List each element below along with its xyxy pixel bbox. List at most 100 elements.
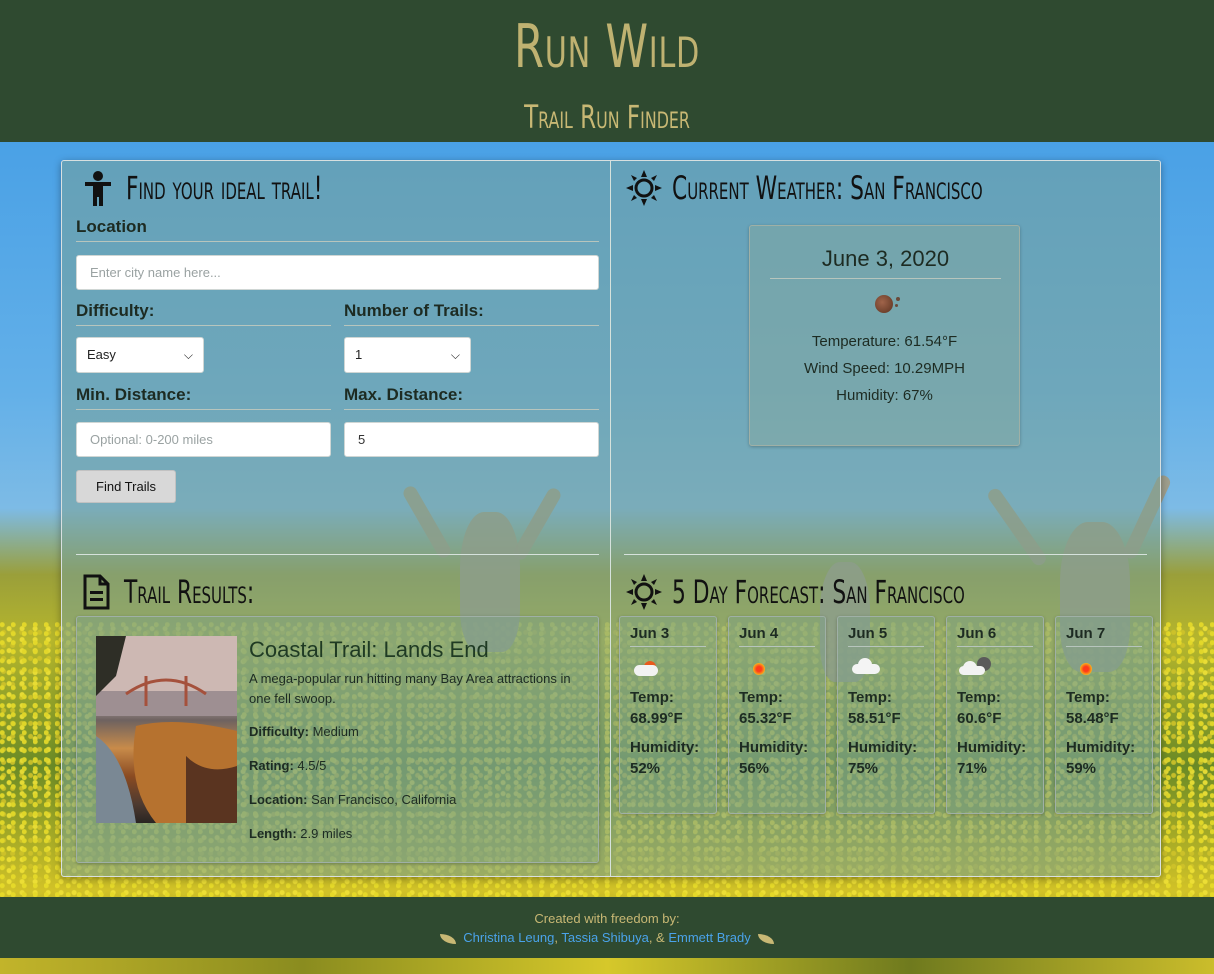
footer-authors: Christina Leung, Tassia Shibuya, & Emmet… — [0, 930, 1214, 945]
chevron-down-icon: ⌵ — [450, 348, 460, 362]
location-input[interactable]: Enter city name here... — [76, 255, 599, 290]
difficulty-label: Difficulty: — [76, 301, 331, 326]
trail-rating-label: Rating: — [249, 758, 294, 773]
weather-temperature: Temperature: 61.54°F — [811, 333, 958, 350]
weather-title: Current Weather: San Francisco — [672, 169, 983, 207]
footer-separator: , & — [648, 930, 665, 945]
num-trails-value: 1 — [355, 347, 363, 362]
trail-length: Length: 2.9 miles — [249, 826, 352, 841]
sun-icon — [626, 574, 662, 610]
partly-sunny-icon — [630, 655, 706, 685]
trail-rating-value: 4.5/5 — [297, 758, 327, 773]
site-subtitle: Trail Run Finder — [524, 98, 690, 136]
trail-result-card[interactable]: Coastal Trail: Lands End A mega-popular … — [76, 616, 599, 863]
trail-difficulty-label: Difficulty: — [249, 724, 309, 739]
forecast-date: Jun 3 — [630, 625, 706, 647]
leaf-icon — [758, 933, 775, 944]
find-trails-button[interactable]: Find Trails — [76, 470, 176, 503]
child-person-icon — [85, 171, 111, 206]
document-icon — [83, 574, 110, 610]
trail-location-value: San Francisco, California — [311, 792, 457, 807]
site-footer: Created with freedom by: Christina Leung… — [0, 897, 1214, 958]
forecast-date: Jun 4 — [739, 625, 815, 647]
weather-date: June 3, 2020 — [770, 246, 1001, 279]
sun-icon — [739, 655, 815, 685]
trail-photo — [96, 636, 237, 823]
forecast-temp: 58.51°F — [848, 710, 901, 727]
trail-difficulty: Difficulty: Medium — [249, 724, 359, 739]
results-heading: Trail Results: — [78, 573, 316, 611]
location-label: Location — [76, 217, 599, 242]
forecast-temp: 68.99°F — [630, 710, 683, 727]
main-panel: Find your ideal trail! Location Enter ci… — [61, 160, 1161, 877]
weather-humidity: Humidity: 67% — [836, 387, 933, 404]
search-heading: Find your ideal trail! — [80, 169, 415, 207]
min-distance-input[interactable]: Optional: 0-200 miles — [76, 422, 331, 457]
trail-rating: Rating: 4.5/5 — [249, 758, 326, 773]
forecast-temp-label: Temp: — [848, 689, 892, 706]
forecast-day-card: Jun 4 Temp: 65.32°F Humidity: 56% — [728, 616, 826, 814]
difficulty-select[interactable]: Easy ⌵ — [76, 337, 204, 373]
forecast-humidity-label: Humidity: — [630, 739, 700, 756]
dust-weather-icon — [750, 291, 1019, 321]
footer-separator: , — [554, 930, 558, 945]
forecast-humidity: 71% — [957, 760, 988, 777]
forecast-date: Jun 6 — [957, 625, 1033, 647]
dark-cloud-icon — [957, 655, 1033, 685]
trail-location: Location: San Francisco, California — [249, 792, 456, 807]
forecast-temp: 60.6°F — [957, 710, 1002, 727]
trail-description: A mega-popular run hitting many Bay Area… — [249, 671, 571, 706]
forecast-heading: 5 Day Forecast: San Francisco — [626, 573, 1103, 611]
weather-wind: Wind Speed: 10.29MPH — [804, 360, 965, 377]
num-trails-select[interactable]: 1 ⌵ — [344, 337, 471, 373]
forecast-humidity: 52% — [630, 760, 661, 777]
leaf-icon — [439, 933, 456, 944]
trail-length-value: 2.9 miles — [300, 826, 353, 841]
min-distance-label: Min. Distance: — [76, 385, 331, 410]
site-title: Run Wild — [513, 12, 701, 82]
author-link-christina[interactable]: Christina Leung — [463, 930, 554, 945]
forecast-date: Jun 7 — [1066, 625, 1142, 647]
weather-heading: Current Weather: San Francisco — [626, 169, 1129, 207]
author-link-tassia[interactable]: Tassia Shibuya — [561, 930, 648, 945]
vertical-divider — [610, 161, 611, 876]
current-weather-card: June 3, 2020 Temperature: 61.54°F Wind S… — [749, 225, 1020, 446]
chevron-down-icon: ⌵ — [183, 348, 193, 362]
trail-location-label: Location: — [249, 792, 308, 807]
background-flower-strip — [0, 958, 1214, 974]
search-divider — [76, 554, 599, 555]
cloud-icon — [848, 655, 924, 685]
author-link-emmett[interactable]: Emmett Brady — [668, 930, 750, 945]
weather-divider — [624, 554, 1147, 555]
search-title: Find your ideal trail! — [126, 169, 323, 207]
forecast-day-card: Jun 7 Temp: 58.48°F Humidity: 59% — [1055, 616, 1153, 814]
forecast-humidity-label: Humidity: — [957, 739, 1027, 756]
trail-name[interactable]: Coastal Trail: Lands End — [249, 637, 489, 663]
forecast-title: 5 Day Forecast: San Francisco — [672, 573, 965, 611]
forecast-temp-label: Temp: — [957, 689, 1001, 706]
forecast-day-card: Jun 6 Temp: 60.6°F Humidity: 71% — [946, 616, 1044, 814]
forecast-humidity-label: Humidity: — [1066, 739, 1136, 756]
forecast-temp-label: Temp: — [739, 689, 783, 706]
sun-icon — [626, 170, 662, 206]
max-distance-input[interactable]: 5 — [344, 422, 599, 457]
trail-difficulty-value: Medium — [312, 724, 359, 739]
num-trails-label: Number of Trails: — [344, 301, 599, 326]
forecast-day-card: Jun 3 Temp: 68.99°F Humidity: 52% — [619, 616, 717, 814]
forecast-temp: 58.48°F — [1066, 710, 1119, 727]
forecast-humidity-label: Humidity: — [848, 739, 918, 756]
max-distance-label: Max. Distance: — [344, 385, 599, 410]
forecast-day-card: Jun 5 Temp: 58.51°F Humidity: 75% — [837, 616, 935, 814]
forecast-temp-label: Temp: — [1066, 689, 1110, 706]
trail-length-label: Length: — [249, 826, 297, 841]
forecast-temp: 65.32°F — [739, 710, 792, 727]
forecast-temp-label: Temp: — [630, 689, 674, 706]
results-title: Trail Results: — [124, 573, 255, 611]
footer-credit: Created with freedom by: — [534, 911, 680, 926]
forecast-date: Jun 5 — [848, 625, 924, 647]
difficulty-value: Easy — [87, 347, 116, 362]
forecast-humidity-label: Humidity: — [739, 739, 809, 756]
site-header: Run Wild Trail Run Finder — [0, 0, 1214, 142]
forecast-humidity: 59% — [1066, 760, 1097, 777]
forecast-humidity: 75% — [848, 760, 879, 777]
